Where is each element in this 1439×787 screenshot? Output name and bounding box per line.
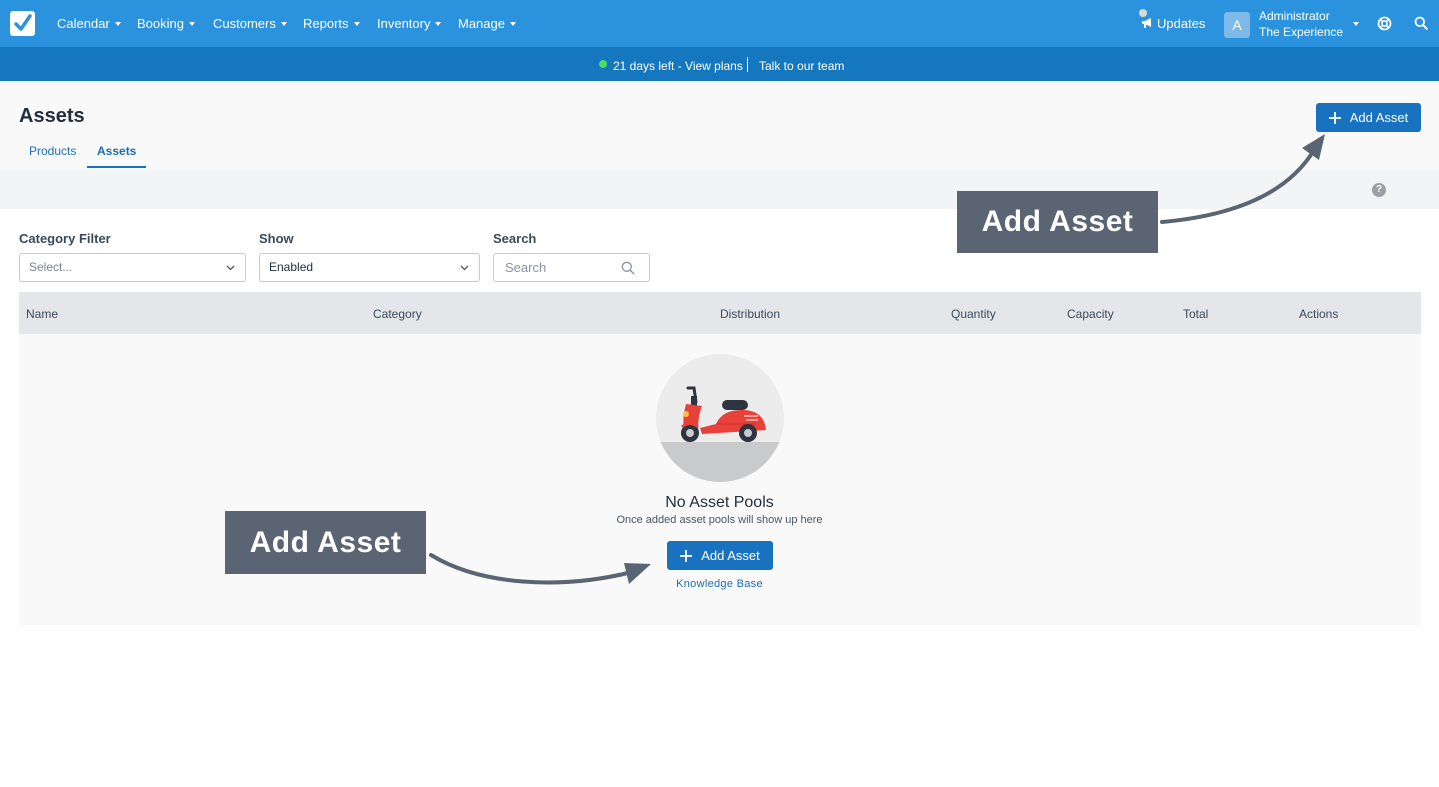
user-name[interactable]: Administrator (1259, 9, 1330, 23)
nav-booking[interactable]: Booking (137, 16, 195, 31)
trial-divider (747, 57, 748, 72)
tab-assets[interactable]: Assets (97, 144, 136, 158)
callout-top: Add Asset (957, 191, 1158, 253)
search-field[interactable] (493, 253, 650, 282)
scooter-icon (681, 386, 766, 442)
caret-down-icon (188, 21, 195, 26)
tab-products[interactable]: Products (29, 144, 76, 158)
show-label: Show (259, 231, 294, 246)
column-header-actions[interactable]: Actions (1299, 307, 1338, 321)
column-header-capacity[interactable]: Capacity (1067, 307, 1114, 321)
caret-down-icon (114, 21, 121, 26)
add-asset-button[interactable]: Add Asset (1316, 103, 1421, 132)
chevron-down-icon (226, 265, 235, 271)
category-filter-select[interactable]: Select... (19, 253, 246, 282)
scooter-illustration (656, 354, 784, 482)
caret-down-icon (353, 21, 360, 26)
talk-to-team-link[interactable]: Talk to our team (759, 59, 844, 73)
search-icon[interactable] (1414, 16, 1428, 35)
nav-calendar[interactable]: Calendar (57, 16, 121, 31)
page-header (0, 81, 1439, 170)
knowledge-base-link[interactable]: Knowledge Base (0, 578, 1439, 590)
plus-icon (680, 549, 693, 562)
empty-add-asset-button[interactable]: Add Asset (667, 541, 773, 570)
caret-down-icon (280, 21, 287, 26)
page-title: Assets (19, 105, 85, 127)
column-header-total[interactable]: Total (1183, 307, 1208, 321)
active-tab-indicator (87, 166, 146, 168)
show-select[interactable]: Enabled (259, 253, 480, 282)
column-header-quantity[interactable]: Quantity (951, 307, 996, 321)
empty-state-title: No Asset Pools (665, 494, 774, 511)
avatar[interactable]: A (1224, 12, 1250, 38)
trial-status-dot (599, 60, 607, 68)
callout-bottom: Add Asset (225, 511, 426, 574)
updates-button[interactable]: Updates (1141, 16, 1205, 31)
nav-manage[interactable]: Manage (458, 16, 516, 31)
user-menu-caret-icon[interactable] (1353, 22, 1359, 26)
nav-inventory[interactable]: Inventory (377, 16, 442, 31)
view-plans-link[interactable]: 21 days left - View plans (613, 59, 743, 73)
column-header-distribution[interactable]: Distribution (720, 307, 780, 321)
search-label: Search (493, 231, 537, 246)
search-icon (621, 261, 635, 275)
chevron-down-icon (460, 265, 469, 271)
megaphone-icon (1142, 18, 1151, 28)
caret-down-icon (509, 21, 516, 26)
column-header-category[interactable]: Category (373, 307, 422, 321)
nav-reports[interactable]: Reports (303, 16, 360, 31)
user-org[interactable]: The Experience (1259, 25, 1343, 39)
help-question-icon[interactable]: ? (1372, 183, 1386, 197)
caret-down-icon (435, 21, 442, 26)
lifebuoy-help-icon[interactable] (1377, 16, 1392, 36)
search-input[interactable] (505, 254, 625, 281)
toolbar-band (0, 170, 1439, 209)
app-logo-checkmark-icon[interactable] (10, 11, 35, 36)
empty-state-subtitle: Once added asset pools will show up here (616, 514, 823, 526)
nav-customers[interactable]: Customers (213, 16, 287, 31)
column-header-name[interactable]: Name (26, 307, 58, 321)
plus-icon (1328, 111, 1341, 124)
category-filter-label: Category Filter (19, 231, 111, 246)
